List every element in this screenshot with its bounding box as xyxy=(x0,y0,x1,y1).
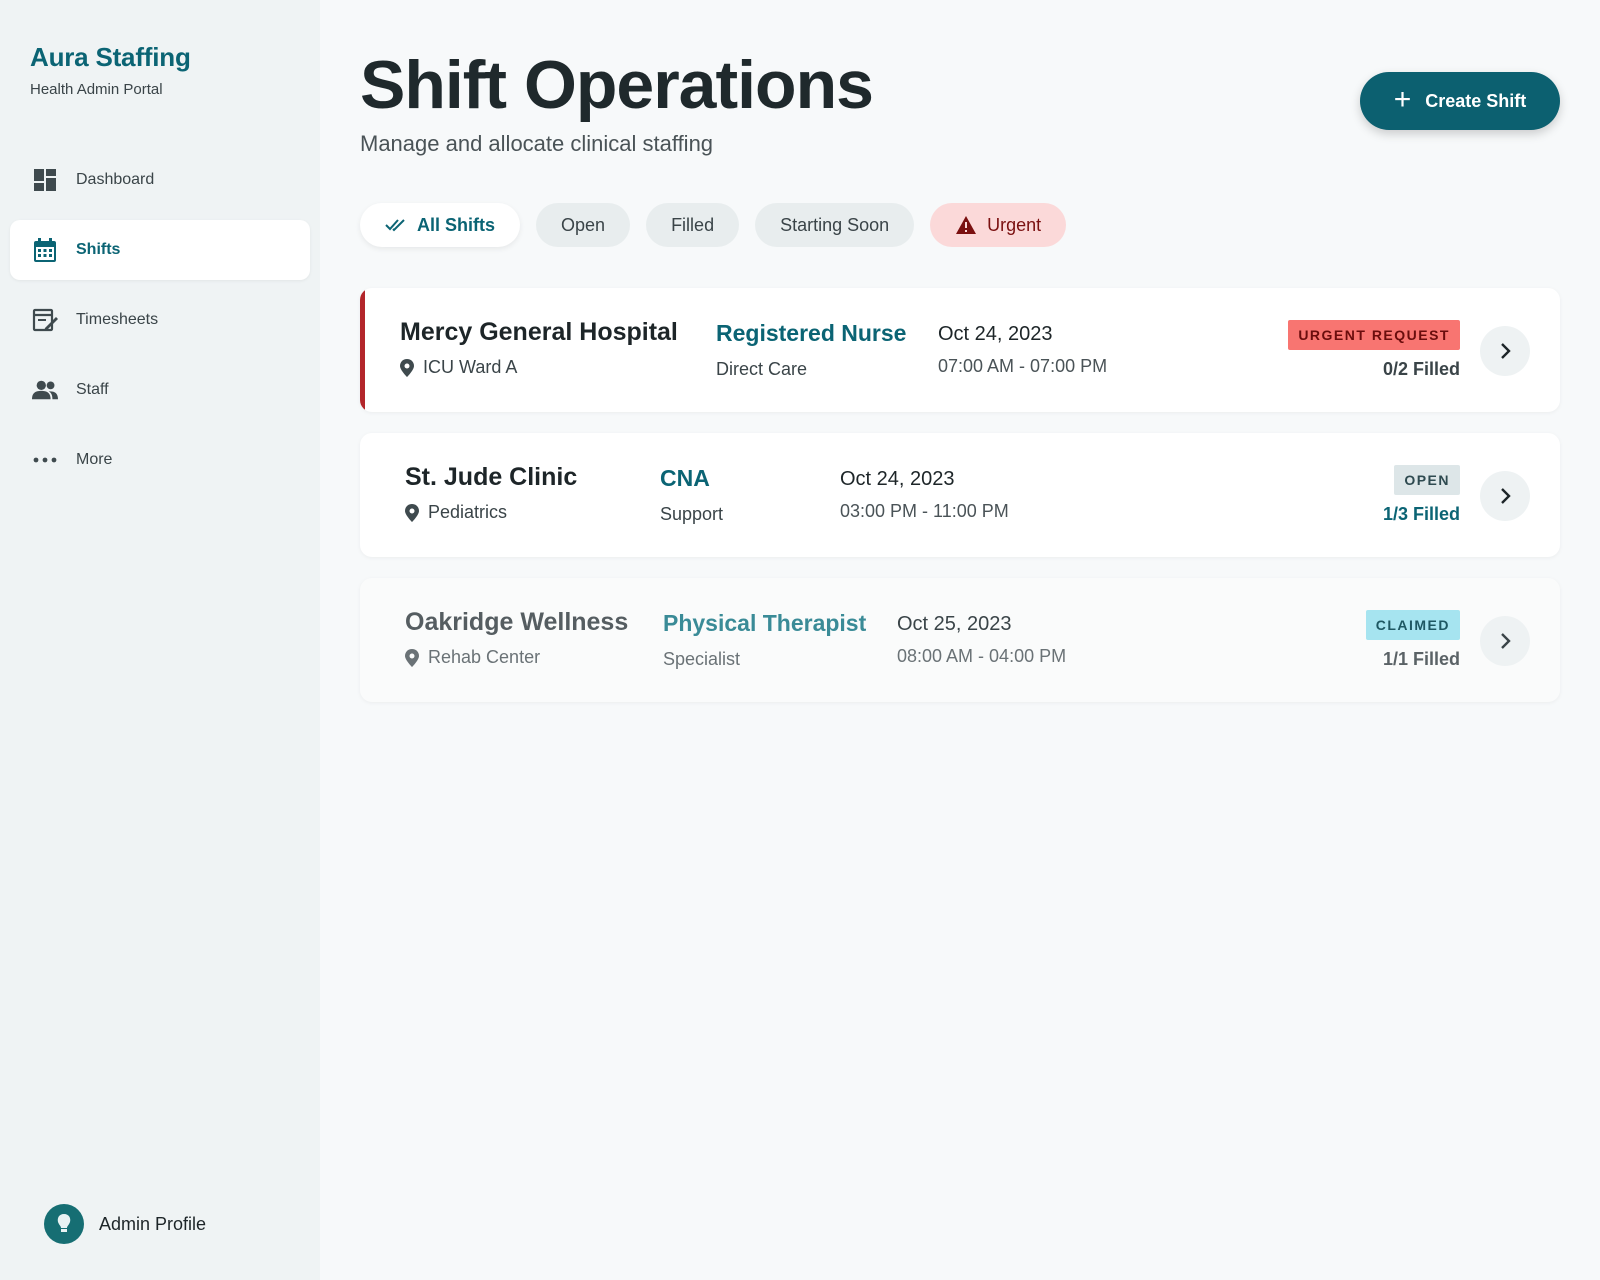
avatar xyxy=(44,1204,84,1244)
sidebar: Aura Staffing Health Admin Portal Dashbo… xyxy=(0,0,320,1280)
profile-name: Admin Profile xyxy=(99,1213,207,1234)
status-badge: URGENT REQUEST xyxy=(1288,320,1460,350)
shift-card[interactable]: Oakridge Wellness Rehab Center Physical … xyxy=(360,578,1560,702)
filter-label: Open xyxy=(561,214,606,235)
shift-card[interactable]: Mercy General Hospital ICU Ward A Regist… xyxy=(360,288,1560,412)
location: ICU Ward A xyxy=(400,357,678,378)
role-type: Direct Care xyxy=(716,359,808,379)
filter-urgent[interactable]: Urgent xyxy=(930,203,1067,247)
filter-filled[interactable]: Filled xyxy=(646,203,740,247)
status-col: OPEN 1/3 Filled xyxy=(1383,465,1460,525)
status-badge: CLAIMED xyxy=(1365,610,1460,640)
sidebar-item-label: Shifts xyxy=(76,241,121,258)
sidebar-item-label: Staff xyxy=(76,381,109,398)
filled-count: 1/1 Filled xyxy=(1382,649,1460,669)
location-label: Rehab Center xyxy=(428,647,541,667)
warning-icon xyxy=(955,215,977,235)
filter-label: All Shifts xyxy=(417,214,496,235)
filter-label: Filled xyxy=(671,214,715,235)
admin-profile[interactable]: Admin Profile xyxy=(44,1204,206,1244)
schedule-col: Oct 24, 2023 07:00 AM - 07:00 PM xyxy=(938,323,1107,377)
facility-name: Mercy General Hospital xyxy=(400,318,678,346)
chevron-right-icon xyxy=(1501,633,1511,649)
page-title: Shift Operations xyxy=(360,47,874,123)
shift-card[interactable]: St. Jude Clinic Pediatrics CNA Support O… xyxy=(360,433,1560,557)
brand-subtitle: Health Admin Portal xyxy=(30,81,163,98)
filter-starting-soon[interactable]: Starting Soon xyxy=(755,203,915,247)
sidebar-item-label: More xyxy=(76,451,113,468)
filter-chips: All Shifts Open Filled Starting Soon Urg… xyxy=(360,203,1082,247)
schedule-col: Oct 25, 2023 08:00 AM - 04:00 PM xyxy=(897,613,1066,667)
shift-date: Oct 25, 2023 xyxy=(897,613,1012,635)
status-col: CLAIMED 1/1 Filled xyxy=(1365,610,1460,670)
double-check-icon xyxy=(385,218,407,232)
filter-label: Starting Soon xyxy=(780,214,890,235)
create-shift-label: Create Shift xyxy=(1425,90,1527,111)
chevron-right-icon xyxy=(1501,343,1511,359)
sidebar-item-label: Timesheets xyxy=(76,311,159,328)
filled-count: 1/3 Filled xyxy=(1382,504,1460,524)
filter-label: Urgent xyxy=(987,214,1042,235)
calendar-icon xyxy=(32,237,58,263)
filled-count: 0/2 Filled xyxy=(1382,359,1460,379)
sidebar-item-staff[interactable]: Staff xyxy=(10,360,310,420)
schedule-col: Oct 24, 2023 03:00 PM - 11:00 PM xyxy=(840,468,1009,522)
brand-name[interactable]: Aura Staffing xyxy=(30,42,191,73)
sidebar-item-label: Dashboard xyxy=(76,171,155,188)
sidebar-item-shifts[interactable]: Shifts xyxy=(10,220,310,280)
sidebar-item-dashboard[interactable]: Dashboard xyxy=(10,150,310,210)
facility-name: Oakridge Wellness xyxy=(405,608,629,636)
shift-date: Oct 24, 2023 xyxy=(938,323,1053,345)
shift-date: Oct 24, 2023 xyxy=(840,468,955,490)
location: Rehab Center xyxy=(405,647,628,668)
sidebar-item-more[interactable]: More xyxy=(10,430,310,490)
role-type: Support xyxy=(660,504,724,524)
sidebar-item-timesheets[interactable]: Timesheets xyxy=(10,290,310,350)
location-label: ICU Ward A xyxy=(423,357,518,377)
filter-all-shifts[interactable]: All Shifts xyxy=(360,203,521,247)
role-title: Physical Therapist xyxy=(663,610,867,636)
shift-time: 07:00 AM - 07:00 PM xyxy=(938,356,1108,376)
filter-open[interactable]: Open xyxy=(536,203,631,247)
status-badge: OPEN xyxy=(1394,465,1460,495)
shift-time: 08:00 AM - 04:00 PM xyxy=(897,646,1067,666)
sidebar-nav: Dashboard Shifts Timesheets Staff More xyxy=(10,150,310,500)
location-pin-icon xyxy=(405,648,419,667)
location-pin-icon xyxy=(405,503,419,522)
status-col: URGENT REQUEST 0/2 Filled xyxy=(1288,320,1460,380)
location-label: Pediatrics xyxy=(428,502,508,522)
more-icon xyxy=(32,447,58,473)
facility-col: St. Jude Clinic Pediatrics xyxy=(405,463,577,523)
timesheet-icon xyxy=(32,307,58,333)
open-shift-button[interactable] xyxy=(1480,471,1530,521)
page-subtitle: Manage and allocate clinical staffing xyxy=(360,131,714,156)
location: Pediatrics xyxy=(405,502,577,523)
urgent-accent-bar xyxy=(360,288,365,412)
brand: Aura Staffing Health Admin Portal xyxy=(30,42,191,98)
role-col: CNA Support xyxy=(660,465,723,525)
role-col: Registered Nurse Direct Care xyxy=(716,320,906,380)
role-col: Physical Therapist Specialist xyxy=(663,610,866,670)
location-pin-icon xyxy=(400,358,414,377)
people-icon xyxy=(32,377,58,403)
facility-col: Oakridge Wellness Rehab Center xyxy=(405,608,628,668)
role-title: Registered Nurse xyxy=(716,320,907,346)
shift-time: 03:00 PM - 11:00 PM xyxy=(840,501,1009,521)
facility-col: Mercy General Hospital ICU Ward A xyxy=(400,318,678,378)
shift-list: Mercy General Hospital ICU Ward A Regist… xyxy=(360,288,1560,723)
role-type: Specialist xyxy=(663,649,741,669)
role-title: CNA xyxy=(660,465,710,491)
create-shift-button[interactable]: + Create Shift xyxy=(1360,72,1560,130)
chevron-right-icon xyxy=(1501,488,1511,504)
open-shift-button[interactable] xyxy=(1480,326,1530,376)
facility-name: St. Jude Clinic xyxy=(405,463,578,491)
dashboard-icon xyxy=(32,167,58,193)
plus-icon: + xyxy=(1393,82,1412,116)
open-shift-button[interactable] xyxy=(1480,616,1530,666)
